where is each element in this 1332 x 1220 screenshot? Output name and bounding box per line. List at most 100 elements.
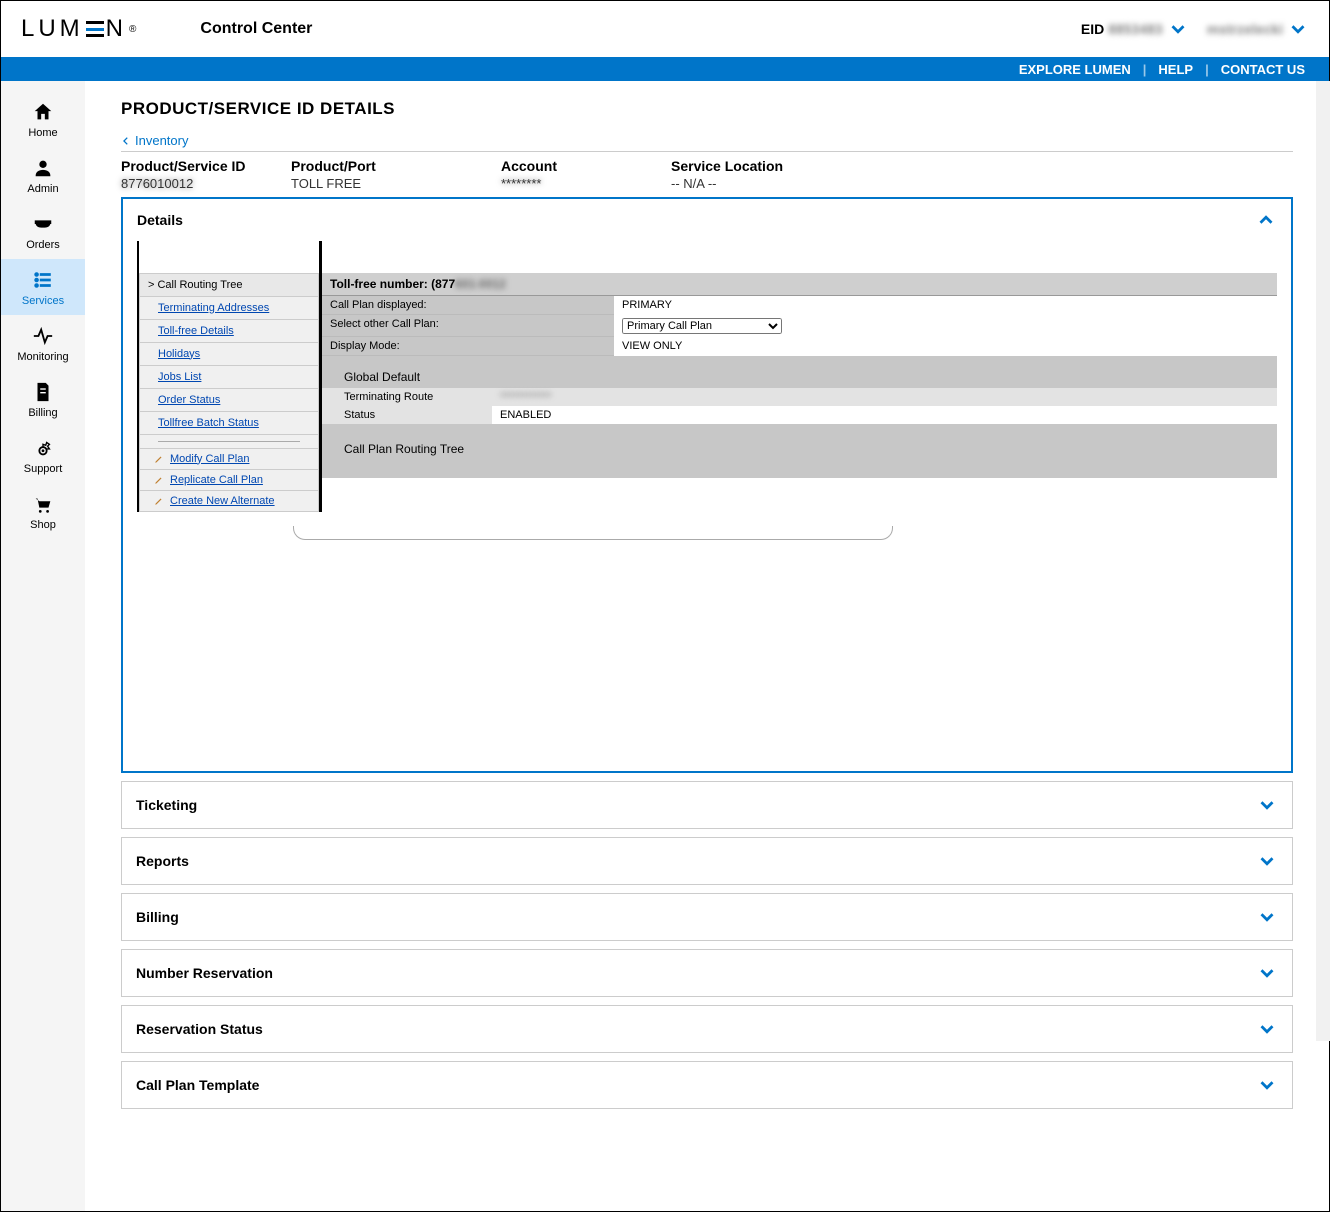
nav-orders[interactable]: Orders bbox=[1, 203, 85, 259]
nav-shop[interactable]: Shop bbox=[1, 483, 85, 539]
status-label: Status bbox=[322, 406, 492, 424]
topbar-right: EID 8853483 mstrzelecki bbox=[1081, 18, 1309, 40]
accordion-ticketing[interactable]: Ticketing bbox=[121, 781, 1293, 829]
status-value: ENABLED bbox=[492, 406, 1277, 424]
nav-monitoring[interactable]: Monitoring bbox=[1, 315, 85, 371]
invoice-icon bbox=[32, 381, 54, 403]
logo-right: N bbox=[106, 15, 127, 43]
display-mode-label: Display Mode: bbox=[322, 337, 614, 356]
terminating-route-label: Terminating Route bbox=[322, 388, 492, 406]
nav-services[interactable]: Services bbox=[1, 259, 85, 315]
chevron-down-icon bbox=[1256, 1074, 1278, 1096]
pencil-icon bbox=[154, 496, 164, 506]
prod-port-header: Product/Port bbox=[291, 158, 501, 174]
modify-call-plan-action[interactable]: Modify Call Plan bbox=[139, 449, 319, 470]
eid-value: 8853483 bbox=[1108, 21, 1163, 37]
chevron-down-icon bbox=[1287, 18, 1309, 40]
location-header: Service Location bbox=[671, 158, 881, 174]
nav-label: Admin bbox=[27, 183, 58, 195]
tollfree-batch-status-link[interactable]: Tollfree Batch Status bbox=[139, 412, 319, 435]
display-mode-value: VIEW ONLY bbox=[614, 337, 1277, 356]
create-new-alternate-action[interactable]: Create New Alternate bbox=[139, 491, 319, 512]
nav-home[interactable]: Home bbox=[1, 91, 85, 147]
blue-nav-bar: EXPLORE LUMEN | HELP | CONTACT US bbox=[1, 57, 1329, 81]
tollfree-details-link[interactable]: Toll-free Details bbox=[139, 320, 319, 343]
accordion-reservation-status[interactable]: Reservation Status bbox=[121, 1005, 1293, 1053]
nav-support[interactable]: Support bbox=[1, 427, 85, 483]
plan-displayed-label: Call Plan displayed: bbox=[322, 296, 614, 315]
help-link[interactable]: HELP bbox=[1146, 62, 1205, 77]
back-link-label: Inventory bbox=[135, 133, 188, 148]
details-title: Details bbox=[137, 212, 183, 228]
call-routing-tree-header[interactable]: Call Routing Tree bbox=[139, 273, 319, 297]
order-status-link[interactable]: Order Status bbox=[139, 389, 319, 412]
eid-label: EID bbox=[1081, 21, 1104, 37]
gear-icon bbox=[32, 437, 54, 459]
contact-us-link[interactable]: CONTACT US bbox=[1209, 62, 1317, 77]
accordion-label: Reports bbox=[136, 853, 189, 869]
details-panel-header[interactable]: Details bbox=[123, 199, 1291, 241]
page-title: PRODUCT/SERVICE ID DETAILS bbox=[121, 99, 1293, 119]
terminating-route-value: ************ bbox=[492, 388, 1277, 406]
scrollbar[interactable] bbox=[1316, 81, 1330, 1041]
accordion-label: Call Plan Template bbox=[136, 1077, 259, 1093]
accordion-call-plan-template[interactable]: Call Plan Template bbox=[121, 1061, 1293, 1109]
terminating-addresses-link[interactable]: Terminating Addresses bbox=[139, 297, 319, 320]
chevron-up-icon bbox=[1255, 209, 1277, 231]
prod-port-value: TOLL FREE bbox=[291, 176, 501, 191]
modify-call-plan-label: Modify Call Plan bbox=[170, 453, 249, 465]
user-icon bbox=[32, 157, 54, 179]
nav-admin[interactable]: Admin bbox=[1, 147, 85, 203]
list-icon bbox=[32, 269, 54, 291]
chevron-down-icon bbox=[1256, 962, 1278, 984]
chevron-down-icon bbox=[1256, 794, 1278, 816]
nav-label: Shop bbox=[30, 519, 56, 531]
chevron-down-icon bbox=[1256, 850, 1278, 872]
select-plan-label: Select other Call Plan: bbox=[322, 315, 614, 337]
app-title: Control Center bbox=[200, 20, 312, 38]
accordion-reports[interactable]: Reports bbox=[121, 837, 1293, 885]
prod-id-value: 8776010012 bbox=[121, 176, 291, 191]
logo-e-icon bbox=[86, 21, 104, 37]
nav-label: Services bbox=[22, 295, 64, 307]
call-plan-select[interactable]: Primary Call Plan bbox=[622, 318, 782, 334]
top-bar: LUM N ® Control Center EID 8853483 mstrz… bbox=[1, 1, 1329, 57]
home-icon bbox=[32, 101, 54, 123]
accordion-label: Ticketing bbox=[136, 797, 197, 813]
nav-label: Home bbox=[28, 127, 57, 139]
accordion-label: Reservation Status bbox=[136, 1021, 263, 1037]
tree-nav-column: Call Routing Tree Terminating Addresses … bbox=[137, 241, 319, 512]
explore-lumen-link[interactable]: EXPLORE LUMEN bbox=[1007, 62, 1143, 77]
nav-label: Support bbox=[24, 463, 63, 475]
nav-label: Monitoring bbox=[17, 351, 68, 363]
panel-bottom-curve bbox=[293, 526, 893, 540]
accordion-label: Billing bbox=[136, 909, 179, 925]
logo-left: LUM bbox=[21, 15, 84, 43]
replicate-call-plan-label: Replicate Call Plan bbox=[170, 474, 263, 486]
accordion-number-reservation[interactable]: Number Reservation bbox=[121, 949, 1293, 997]
nav-billing[interactable]: Billing bbox=[1, 371, 85, 427]
replicate-call-plan-action[interactable]: Replicate Call Plan bbox=[139, 470, 319, 491]
nav-label: Orders bbox=[26, 239, 60, 251]
location-value: -- N/A -- bbox=[671, 176, 881, 191]
prod-id-header: Product/Service ID bbox=[121, 158, 291, 174]
jobs-list-link[interactable]: Jobs List bbox=[139, 366, 319, 389]
chevron-down-icon bbox=[1256, 1018, 1278, 1040]
user-dropdown[interactable]: mstrzelecki bbox=[1207, 18, 1309, 40]
back-to-inventory-link[interactable]: Inventory bbox=[121, 133, 188, 148]
account-value: ******** bbox=[501, 176, 671, 191]
eid-dropdown[interactable]: EID 8853483 bbox=[1081, 18, 1189, 40]
account-header: Account bbox=[501, 158, 671, 174]
global-default-block: Global Default Terminating Route *******… bbox=[322, 356, 1277, 478]
chevron-down-icon bbox=[1167, 18, 1189, 40]
accordion-billing[interactable]: Billing bbox=[121, 893, 1293, 941]
tollfree-number-value: 601-0012 bbox=[455, 277, 506, 291]
call-plan-routing-tree-label: Call Plan Routing Tree bbox=[322, 424, 1277, 470]
holidays-link[interactable]: Holidays bbox=[139, 343, 319, 366]
nav-label: Billing bbox=[28, 407, 57, 419]
chevron-down-icon bbox=[1256, 906, 1278, 928]
activity-icon bbox=[32, 325, 54, 347]
global-default-title: Global Default bbox=[322, 356, 1277, 388]
content-area: PRODUCT/SERVICE ID DETAILS Inventory Pro… bbox=[85, 81, 1329, 1211]
lumen-logo: LUM N ® bbox=[21, 15, 140, 43]
